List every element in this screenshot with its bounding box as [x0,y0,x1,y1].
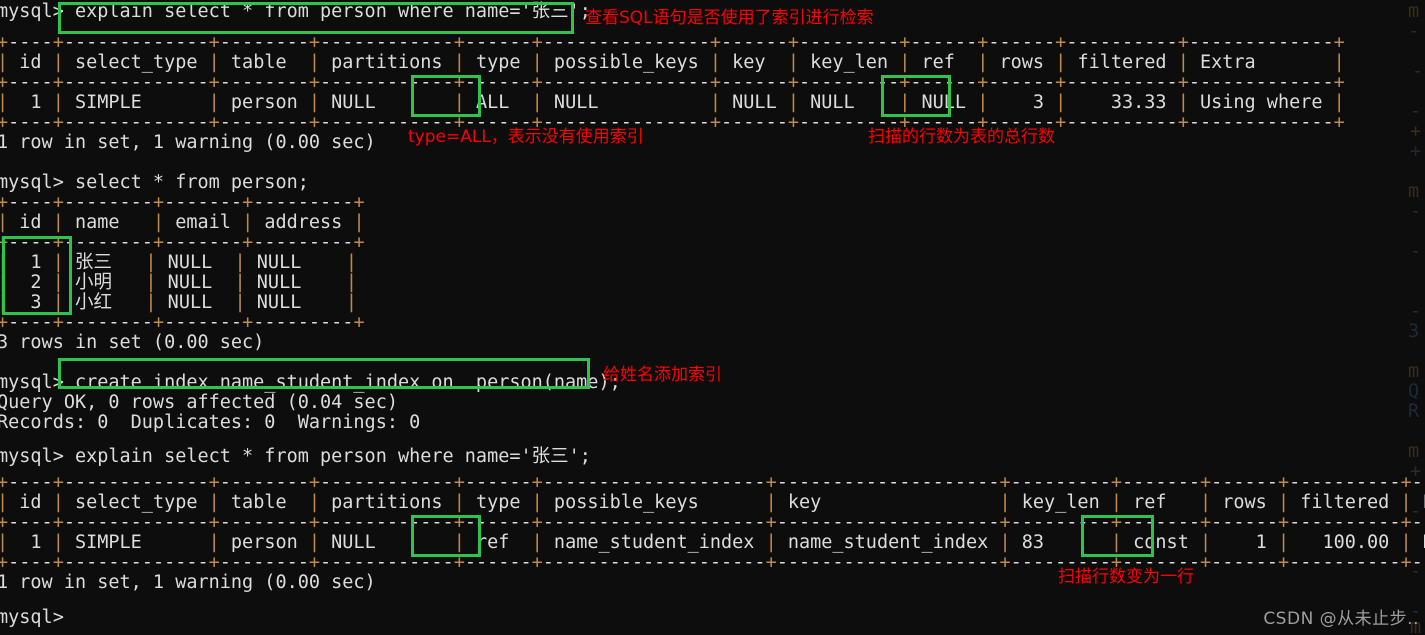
highlight-create-index-command [58,358,590,389]
terminal-line: | 1 | SIMPLE | person | NULL | ALL | NUL… [0,92,1345,113]
terminal-line: +----+-------------+--------+-----------… [0,112,1345,133]
terminal-line: mysql> [0,607,64,628]
terminal-line: Records: 0 Duplicates: 0 Warnings: 0 [0,412,421,433]
highlight-type-ref-cell [411,515,481,557]
terminal-line: +----+--------+-------+---------+ [0,192,365,213]
terminal-line: +----+-------------+--------+-----------… [0,72,1345,93]
highlight-rows-1-cell [1081,515,1154,557]
highlight-person-id-column [2,236,72,315]
terminal-line: 1 row in set, 1 warning (0.00 sec) [0,132,376,153]
highlight-rows-3-cell [881,75,951,117]
terminal-line: +----+--------+-------+---------+ [0,312,365,333]
terminal-line: +----+-------------+--------+-----------… [0,512,1425,533]
terminal-line: Query OK, 0 rows affected (0.04 sec) [0,392,398,413]
terminal-line: | id | select_type | table | partitions … [0,52,1345,73]
terminal-line: +----+-------------+--------+-----------… [0,32,1345,53]
red-annotation-label: type=ALL，表示没有使用索引 [408,127,644,147]
terminal-line: mysql> explain select * from person wher… [0,446,591,467]
highlight-explain-command-before [58,2,574,34]
terminal-line: | id | select_type | table | partitions … [0,492,1425,513]
terminal-window: m - - - + + m - - -3 m Q Rm + - - - m mysql> explain sele… [0,0,1425,635]
terminal-line: +----+-------------+--------+-----------… [0,552,1425,573]
terminal-line: | 1 | SIMPLE | person | NULL | ref | nam… [0,532,1425,553]
highlight-type-all-cell [411,75,481,117]
red-annotation-label: 查看SQL语句是否使用了索引进行检索 [585,8,874,28]
red-annotation-label: 扫描行数变为一行 [1058,567,1194,587]
terminal-line: mysql> select * from person; [0,172,309,193]
red-annotation-label: 给姓名添加索引 [603,365,722,385]
terminal-line: +----+-------------+--------+-----------… [0,472,1425,493]
red-annotation-label: 扫描的行数为表的总行数 [868,127,1055,147]
csdn-watermark: CSDN @从未止步.. [1263,609,1419,629]
terminal-line: 1 row in set, 1 warning (0.00 sec) [0,572,376,593]
terminal-line: 3 rows in set (0.00 sec) [0,332,265,353]
terminal-line: | id | name | email | address | [0,212,365,233]
terminal-output[interactable]: mysql> explain select * from person wher… [0,0,1425,635]
